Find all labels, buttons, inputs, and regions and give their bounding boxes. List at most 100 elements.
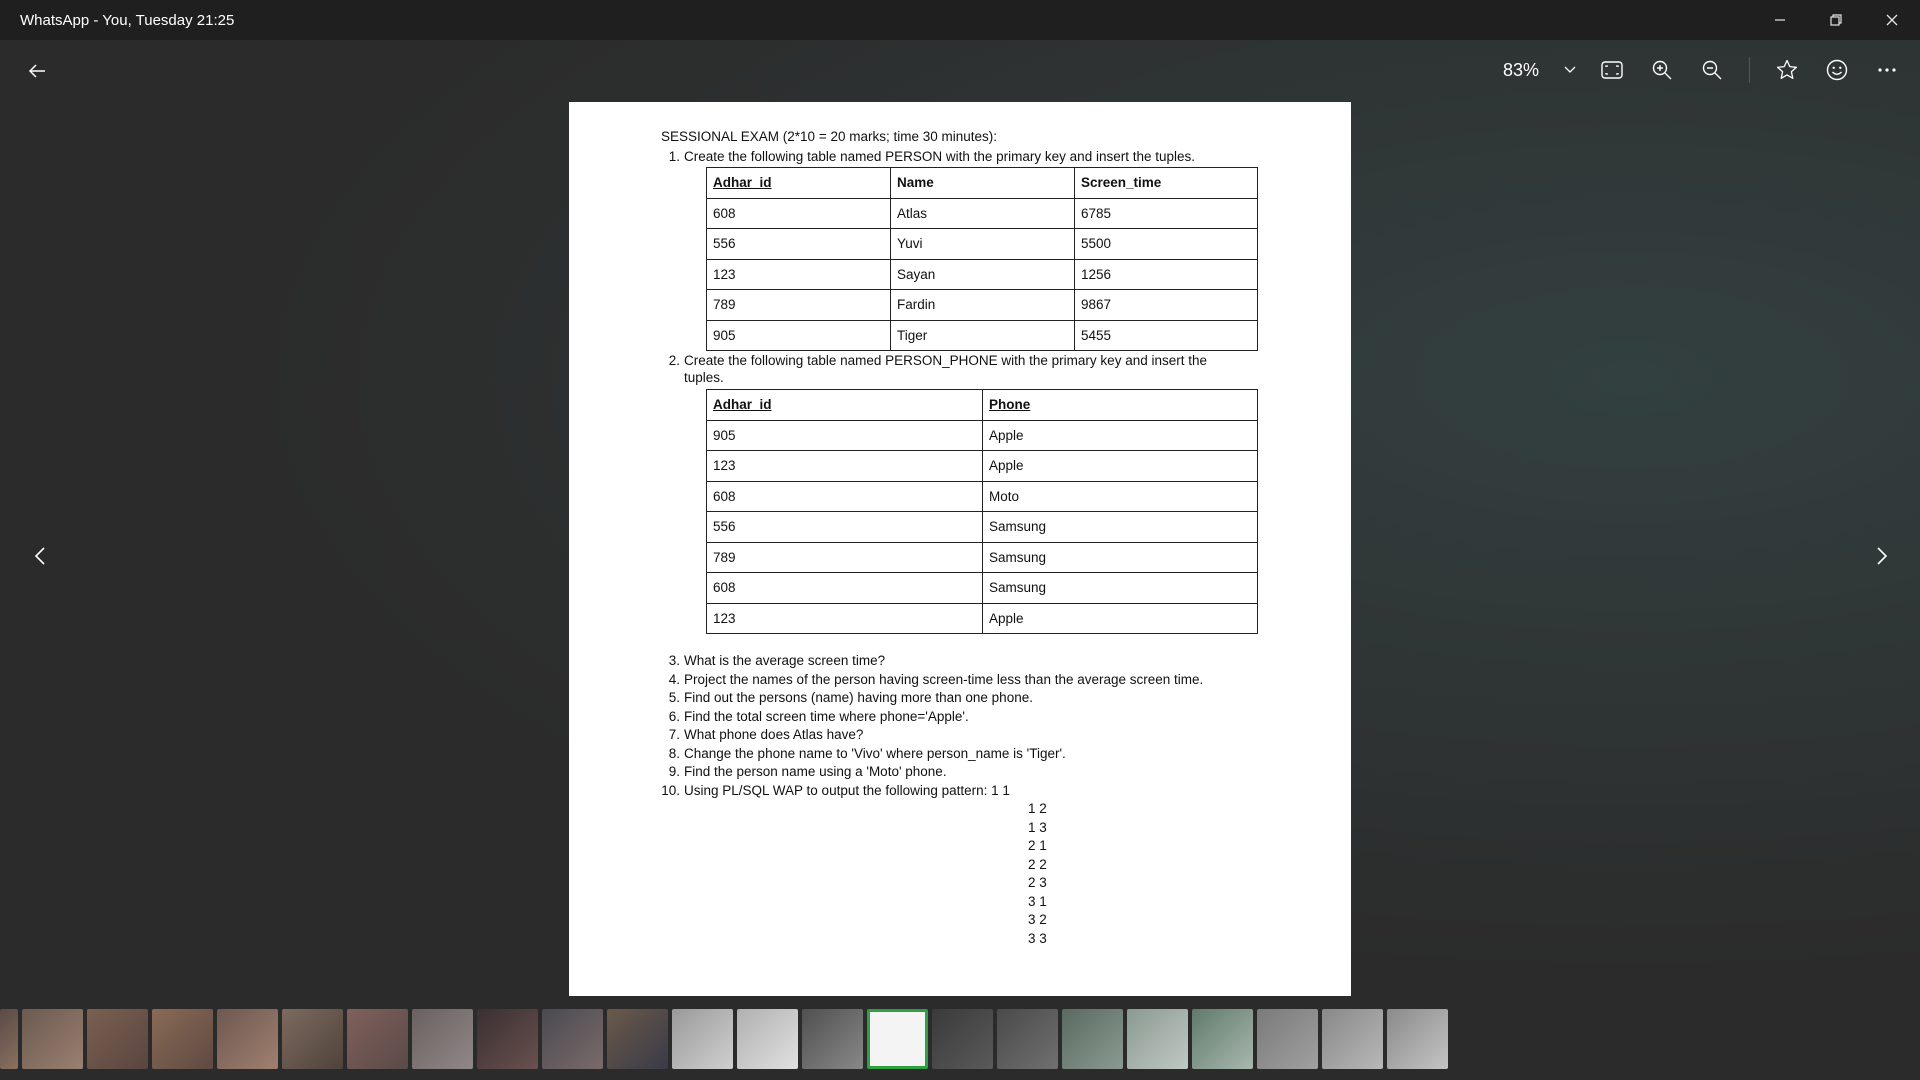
zoom-in-icon [1652, 60, 1672, 80]
restore-button[interactable] [1808, 0, 1864, 40]
question-6: 6. Find the total screen time where phon… [669, 709, 969, 724]
thumbnail[interactable] [932, 1009, 993, 1069]
next-image-button[interactable] [1864, 538, 1900, 574]
pattern-line: 3 2 [1028, 912, 1047, 927]
table-cell: 789 [706, 541, 983, 573]
thumbnail[interactable] [607, 1009, 668, 1069]
chevron-down-icon [1564, 66, 1576, 73]
exam-document-image: SESSIONAL EXAM (2*10 = 20 marks; time 30… [569, 102, 1351, 996]
table-cell: Yuvi [890, 228, 1075, 260]
fit-to-window-button[interactable] [1587, 45, 1637, 95]
person-table: Adhar_id Name Screen_time 608 Atlas 6785… [706, 167, 1258, 351]
thumbnail-strip [0, 1006, 1920, 1072]
question-text: Using PL/SQL WAP to output the following… [684, 783, 1010, 798]
thumbnail[interactable] [997, 1009, 1058, 1069]
question-text: tuples. [684, 370, 724, 385]
thumbnail[interactable] [1062, 1009, 1123, 1069]
question-text: Create the following table named PERSON … [684, 149, 1196, 164]
photo-viewer-window: WhatsApp - You, Tuesday 21:25 83% SESSIO… [0, 0, 1920, 1080]
viewer-toolbar: 83% [0, 40, 1920, 100]
table-cell: Apple [982, 419, 1258, 451]
table-cell: Moto [982, 480, 1258, 512]
thumbnail[interactable] [477, 1009, 538, 1069]
question-9: 9. Find the person name using a 'Moto' p… [669, 764, 947, 779]
more-options-button[interactable] [1862, 45, 1912, 95]
toolbar-actions: 83% [1503, 40, 1920, 100]
question-text: Find the person name using a 'Moto' phon… [684, 764, 947, 779]
question-text: What phone does Atlas have? [684, 727, 864, 742]
thumbnail[interactable] [1257, 1009, 1318, 1069]
restore-icon [1830, 14, 1842, 26]
favorite-button[interactable] [1762, 45, 1812, 95]
thumbnail[interactable] [282, 1009, 343, 1069]
thumbnail[interactable] [152, 1009, 213, 1069]
question-text: Find out the persons (name) having more … [684, 690, 1033, 705]
thumbnail[interactable] [87, 1009, 148, 1069]
thumbnail[interactable] [412, 1009, 473, 1069]
minimize-button[interactable] [1752, 0, 1808, 40]
question-number: 10. [661, 783, 680, 798]
thumbnail[interactable] [672, 1009, 733, 1069]
question-3: 3. What is the average screen time? [669, 653, 885, 668]
question-5: 5. Find out the persons (name) having mo… [669, 690, 1033, 705]
table-cell: 789 [706, 289, 891, 321]
zoom-dropdown-button[interactable] [1553, 45, 1587, 95]
pattern-line: 1 3 [1028, 820, 1047, 835]
thumbnail[interactable] [1192, 1009, 1253, 1069]
thumbnail-selected[interactable] [867, 1009, 928, 1069]
thumbnail[interactable] [0, 1009, 18, 1069]
table-cell: Fardin [890, 289, 1075, 321]
question-8: 8. Change the phone name to 'Vivo' where… [669, 746, 1066, 761]
table-row: 905 Apple [706, 419, 1258, 451]
question-4: 4. Project the names of the person havin… [669, 672, 1204, 687]
table-cell: 5500 [1074, 228, 1258, 260]
zoom-level: 83% [1502, 59, 1539, 80]
question-text: Change the phone name to 'Vivo' where pe… [684, 746, 1066, 761]
thumbnail[interactable] [1127, 1009, 1188, 1069]
thumbnail[interactable] [1387, 1009, 1448, 1069]
question-number: 6. [668, 709, 680, 724]
table-row: 123 Sayan 1256 [706, 258, 1258, 290]
question-2: 2. Create the following table named PERS… [669, 353, 1207, 368]
pattern-line: 2 3 [1028, 875, 1047, 890]
table-row: 789 Fardin 9867 [706, 289, 1258, 321]
smiley-icon [1826, 59, 1848, 81]
thumbnail[interactable] [1322, 1009, 1383, 1069]
toolbar-divider [1749, 57, 1750, 83]
thumbnail[interactable] [802, 1009, 863, 1069]
table-row: 905 Tiger 5455 [706, 319, 1258, 351]
chevron-right-icon [1877, 547, 1887, 565]
table-row: 789 Samsung [706, 541, 1258, 573]
thumbnail[interactable] [217, 1009, 278, 1069]
question-10: 10. Using PL/SQL WAP to output the follo… [661, 783, 1010, 798]
pattern-line: 2 1 [1028, 838, 1047, 853]
table-header: Adhar_id [706, 167, 891, 199]
table-cell: 608 [706, 480, 983, 512]
question-number: 8. [668, 746, 680, 761]
thumbnail[interactable] [737, 1009, 798, 1069]
thumbnail[interactable] [347, 1009, 408, 1069]
close-button[interactable] [1864, 0, 1920, 40]
previous-image-button[interactable] [22, 538, 58, 574]
table-cell: 9867 [1074, 289, 1258, 321]
table-cell: 123 [706, 602, 983, 634]
table-cell: 608 [706, 197, 891, 229]
table-cell: 905 [706, 319, 891, 351]
zoom-out-button[interactable] [1687, 45, 1737, 95]
table-header: Name [890, 167, 1075, 199]
zoom-out-icon [1702, 60, 1722, 80]
table-row: 556 Yuvi 5500 [706, 228, 1258, 260]
react-button[interactable] [1812, 45, 1862, 95]
thumbnail[interactable] [22, 1009, 83, 1069]
question-text: Create the following table named PERSON_… [684, 353, 1207, 368]
pattern-line: 2 2 [1028, 857, 1047, 872]
fit-screen-icon [1601, 61, 1623, 79]
close-icon [1886, 14, 1898, 26]
zoom-in-button[interactable] [1637, 45, 1687, 95]
thumbnail[interactable] [542, 1009, 603, 1069]
person-phone-table: Adhar_id Phone 905 Apple 123 Apple 608 M… [706, 389, 1258, 634]
table-row: 608 Atlas 6785 [706, 197, 1258, 229]
exam-heading: SESSIONAL EXAM (2*10 = 20 marks; time 30… [661, 129, 998, 144]
table-cell: 556 [706, 228, 891, 260]
back-button[interactable] [22, 56, 52, 86]
